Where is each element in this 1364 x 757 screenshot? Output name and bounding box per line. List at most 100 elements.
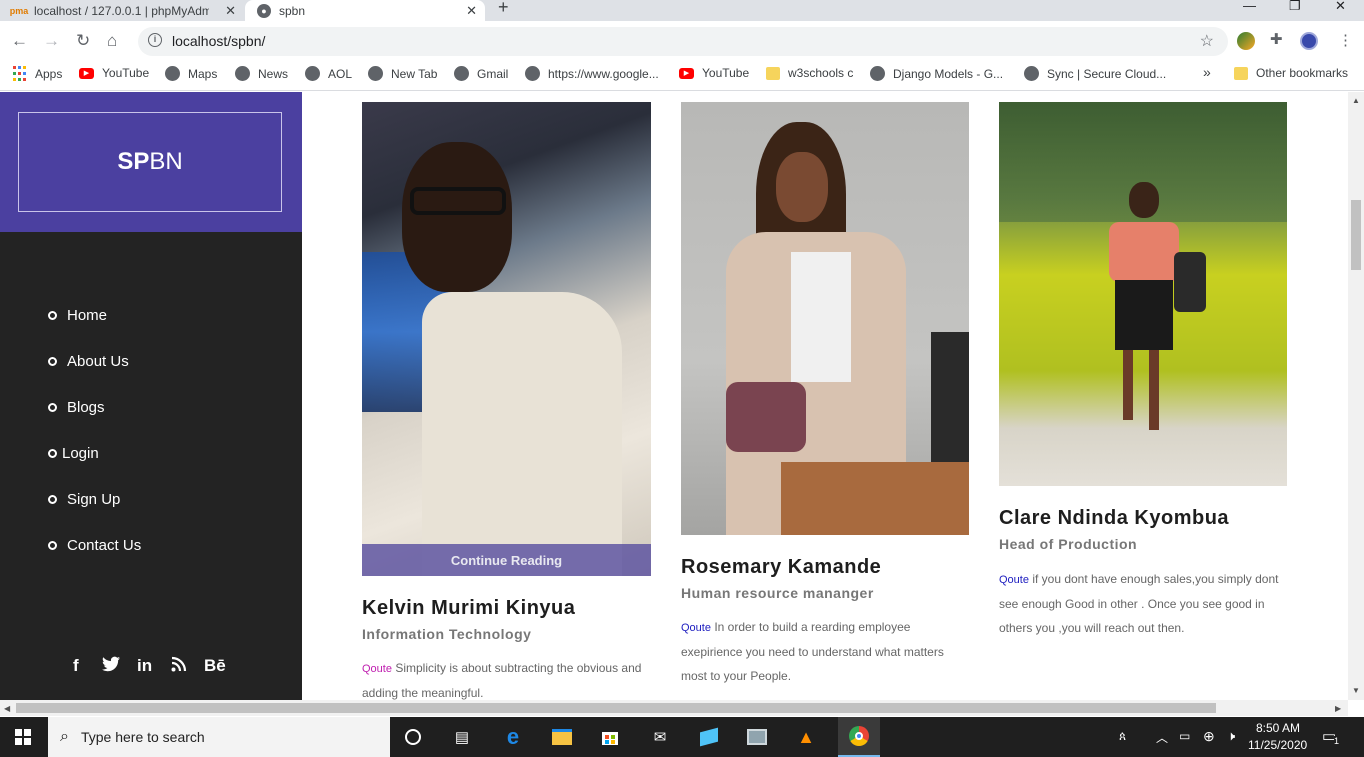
nav-contact-us[interactable]: Contact Us <box>48 537 141 554</box>
nav-login[interactable]: Login <box>48 445 99 462</box>
horizontal-scrollbar[interactable]: ◀ ▶ <box>0 700 1348 716</box>
tab-spbn[interactable]: ● spbn ✕ <box>245 0 485 21</box>
bookmark-label: w3schools c <box>788 66 854 80</box>
menu-kebab-icon[interactable]: ⋮ <box>1338 31 1353 51</box>
home-icon[interactable]: ⌂ <box>107 31 117 51</box>
remote-desktop-icon[interactable] <box>744 725 770 749</box>
continue-reading-button[interactable]: Continue Reading <box>362 544 651 576</box>
bookmark-aol[interactable]: AOL <box>305 66 352 81</box>
quote-text: if you dont have enough sales,you simply… <box>999 572 1279 635</box>
vlc-icon[interactable]: ▲ <box>793 725 819 749</box>
facebook-icon[interactable]: f <box>73 656 79 676</box>
taskbar-search-box[interactable]: ⌕ Type here to search <box>48 717 390 757</box>
bookmark-youtube[interactable]: ▶ YouTube <box>79 66 149 80</box>
card-role: Information Technology <box>362 626 532 642</box>
chrome-taskbar-button[interactable] <box>838 717 880 757</box>
tab-strip: pma localhost / 127.0.0.1 | phpMyAdm ✕ ●… <box>0 0 1364 21</box>
bookmark-news[interactable]: News <box>235 66 288 81</box>
other-bookmarks[interactable]: Other bookmarks <box>1234 66 1348 80</box>
reload-icon[interactable]: ↻ <box>76 31 90 51</box>
scroll-left-icon[interactable]: ◀ <box>4 704 10 713</box>
logo[interactable]: SP BN <box>18 112 282 212</box>
scrollbar-thumb[interactable] <box>16 703 1216 713</box>
back-icon[interactable]: ← <box>11 31 28 51</box>
mail-icon[interactable]: ✉ <box>647 725 673 749</box>
more-bookmarks-button[interactable]: » <box>1203 64 1211 80</box>
page-viewport: SP BN Home About Us Blogs Login Sign Up C… <box>0 92 1364 700</box>
app-icon[interactable] <box>696 725 722 749</box>
battery-icon[interactable]: ▭ <box>1179 729 1190 743</box>
clock-time[interactable]: 8:50 AM <box>1256 721 1300 735</box>
bookmark-gmail[interactable]: Gmail <box>454 66 508 81</box>
phpmyadmin-icon: pma <box>9 5 29 16</box>
apps-icon <box>12 66 27 81</box>
bookmarks-bar: Apps ▶ YouTube Maps News AOL New Tab Gma… <box>0 61 1364 91</box>
address-bar[interactable]: i localhost/spbn/ ☆ <box>138 27 1228 56</box>
nav-blogs[interactable]: Blogs <box>48 399 105 416</box>
nav-about-us[interactable]: About Us <box>48 353 129 370</box>
bookmark-django[interactable]: Django Models - G... <box>870 66 1003 81</box>
profile-avatar[interactable] <box>1300 32 1318 50</box>
search-placeholder: Type here to search <box>80 729 205 745</box>
new-tab-button[interactable]: + <box>498 0 509 16</box>
bookmark-star-icon[interactable]: ☆ <box>1200 31 1214 51</box>
twitter-icon[interactable] <box>102 656 120 677</box>
tray-chevron-icon[interactable]: ︿ <box>1156 729 1168 746</box>
url-text[interactable]: localhost/spbn/ <box>172 33 265 49</box>
rss-icon[interactable] <box>171 656 187 677</box>
vertical-scrollbar[interactable]: ▲ ▼ <box>1348 92 1364 700</box>
store-icon[interactable] <box>597 725 623 749</box>
globe-icon <box>870 66 885 81</box>
scrollbar-thumb[interactable] <box>1351 200 1361 270</box>
info-icon[interactable]: i <box>148 33 162 47</box>
bookmark-new-tab[interactable]: New Tab <box>368 66 437 81</box>
bookmark-label: Django Models - G... <box>893 66 1004 81</box>
close-tab-icon[interactable]: ✕ <box>225 3 236 19</box>
maximize-button[interactable]: ❐ <box>1289 0 1301 12</box>
rosemary-photo <box>681 102 969 535</box>
edge-icon[interactable]: e <box>500 724 526 749</box>
scroll-up-icon[interactable]: ▲ <box>1352 96 1360 105</box>
extension-icon[interactable] <box>1237 32 1255 50</box>
bookmark-youtube-2[interactable]: ▶ YouTube <box>679 66 749 80</box>
nav-label: About Us <box>67 353 129 370</box>
nav-home[interactable]: Home <box>48 307 107 324</box>
quote-text: Simplicity is about subtracting the obvi… <box>362 661 642 700</box>
forward-icon[interactable]: → <box>43 31 60 51</box>
file-explorer-icon[interactable] <box>549 725 575 749</box>
card-name: Kelvin Murimi Kinyua <box>362 597 576 619</box>
bookmark-label: YouTube <box>702 66 750 80</box>
task-view-icon[interactable]: ▤ <box>449 725 475 749</box>
bookmark-label: https://www.google... <box>548 66 659 81</box>
youtube-icon: ▶ <box>79 67 94 79</box>
bookmark-apps[interactable]: Apps <box>12 66 62 81</box>
circle-bullet-icon <box>48 495 57 504</box>
close-window-button[interactable]: ✕ <box>1335 0 1346 12</box>
nav-sign-up[interactable]: Sign Up <box>48 491 120 508</box>
people-icon[interactable]: ጰ <box>1119 729 1126 744</box>
tab-phpmyadmin[interactable]: pma localhost / 127.0.0.1 | phpMyAdm ✕ <box>9 0 244 21</box>
minimize-button[interactable]: — <box>1243 0 1256 12</box>
cortana-icon[interactable] <box>400 725 426 749</box>
sidebar: SP BN Home About Us Blogs Login Sign Up C… <box>0 92 302 700</box>
globe-icon: ● <box>257 3 271 18</box>
kelvin-photo <box>362 102 651 576</box>
windows-start-icon[interactable] <box>10 725 36 749</box>
bookmark-google[interactable]: https://www.google... <box>525 66 659 81</box>
card-role: Human resource mananger <box>681 585 874 601</box>
puzzle-extensions-icon[interactable]: ✚ <box>1270 30 1283 50</box>
volume-icon[interactable]: 🕨 <box>1227 728 1235 744</box>
bookmark-w3schools[interactable]: w3schools c <box>766 66 853 80</box>
scroll-right-icon[interactable]: ▶ <box>1335 704 1341 713</box>
bookmark-label: Other bookmarks <box>1256 66 1349 80</box>
linkedin-icon[interactable]: in <box>137 656 152 676</box>
behance-icon[interactable]: Bē <box>204 656 226 676</box>
circle-bullet-icon <box>48 311 57 320</box>
bookmark-sync[interactable]: Sync | Secure Cloud... <box>1024 66 1166 81</box>
scroll-down-icon[interactable]: ▼ <box>1352 686 1360 695</box>
clock-date[interactable]: 11/25/2020 <box>1248 738 1307 752</box>
circle-bullet-icon <box>48 403 57 412</box>
bookmark-maps[interactable]: Maps <box>165 66 217 81</box>
close-tab-icon[interactable]: ✕ <box>466 3 477 19</box>
network-icon[interactable]: ⊕ <box>1203 728 1215 745</box>
